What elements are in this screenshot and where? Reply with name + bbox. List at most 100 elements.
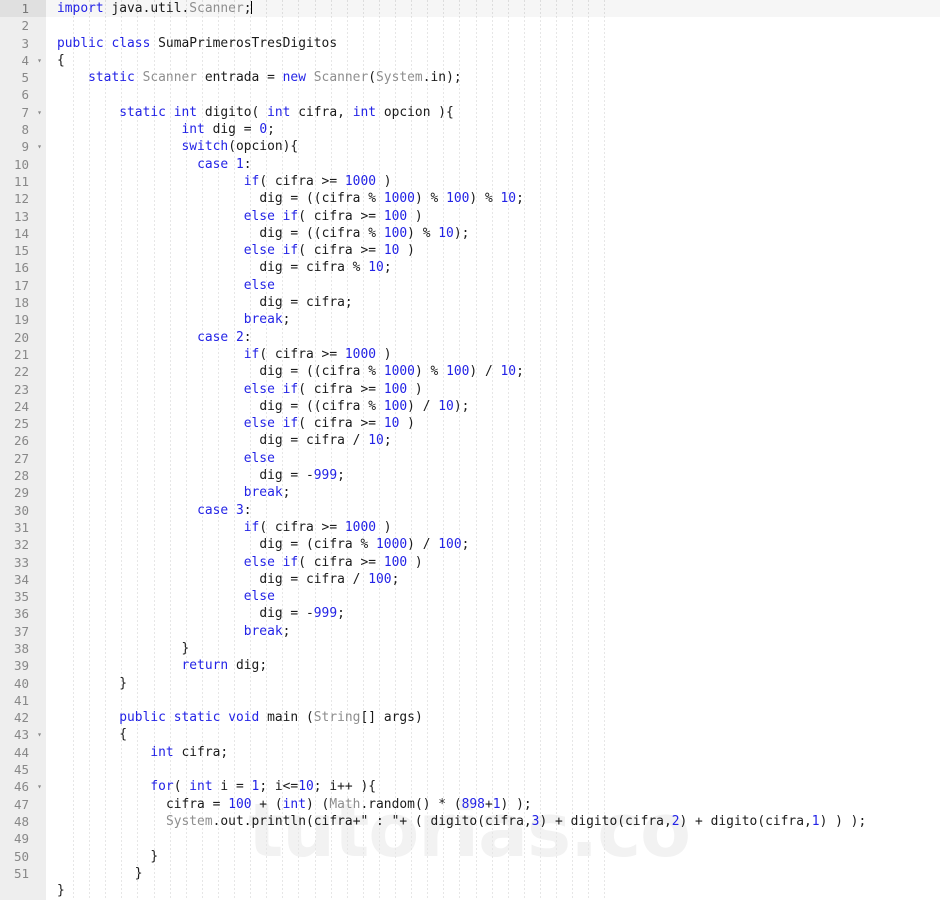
code-line[interactable]: dig = ((cifra % 100) / 10); — [57, 398, 940, 415]
line-number[interactable]: 51 — [0, 865, 46, 882]
fold-toggle-icon[interactable]: ▾ — [37, 138, 42, 155]
line-number[interactable]: 3 — [0, 35, 46, 52]
line-number[interactable]: 28 — [0, 467, 46, 484]
line-number[interactable]: 21 — [0, 346, 46, 363]
code-line[interactable]: int dig = 0; — [57, 121, 940, 138]
code-line[interactable]: else — [57, 277, 940, 294]
line-number[interactable]: 19 — [0, 311, 46, 328]
line-number[interactable]: 39 — [0, 657, 46, 674]
line-number[interactable]: 18 — [0, 294, 46, 311]
code-line[interactable]: } — [57, 882, 940, 899]
code-line[interactable]: static int digito( int cifra, int opcion… — [57, 104, 940, 121]
code-line[interactable] — [57, 761, 940, 778]
line-number[interactable]: 30 — [0, 502, 46, 519]
line-number[interactable]: 8 — [0, 121, 46, 138]
line-number[interactable]: 22 — [0, 363, 46, 380]
code-line[interactable]: public static void main (String[] args) — [57, 709, 940, 726]
code-line[interactable]: int cifra; — [57, 744, 940, 761]
code-line[interactable]: case 3: — [57, 502, 940, 519]
line-number[interactable]: 34 — [0, 571, 46, 588]
line-number[interactable]: 49 — [0, 830, 46, 847]
line-number[interactable]: 50 — [0, 848, 46, 865]
fold-toggle-icon[interactable]: ▾ — [37, 104, 42, 121]
code-line[interactable]: return dig; — [57, 657, 940, 674]
fold-toggle-icon[interactable]: ▾ — [37, 726, 42, 743]
code-line[interactable]: switch(opcion){ — [57, 138, 940, 155]
line-number[interactable]: 11 — [0, 173, 46, 190]
code-line[interactable]: case 2: — [57, 329, 940, 346]
code-line[interactable]: } — [57, 640, 940, 657]
code-line[interactable]: dig = -999; — [57, 605, 940, 622]
code-line[interactable]: dig = ((cifra % 1000) % 100) % 10; — [57, 190, 940, 207]
code-line[interactable]: dig = cifra % 10; — [57, 259, 940, 276]
line-number[interactable]: 45 — [0, 761, 46, 778]
line-number[interactable]: 42 — [0, 709, 46, 726]
code-line[interactable]: break; — [57, 311, 940, 328]
line-number[interactable]: 5 — [0, 69, 46, 86]
code-line[interactable]: case 1: — [57, 156, 940, 173]
code-line[interactable]: } — [57, 675, 940, 692]
code-line[interactable]: } — [57, 865, 940, 882]
line-number[interactable]: 33 — [0, 554, 46, 571]
line-number-gutter[interactable]: 1 2 3 4 ▾ 5 6 7 ▾ 8 9 ▾ 10 11 12 13 14 15 16 17 18 19 20 21 22 23… — [0, 0, 46, 900]
line-number[interactable]: 26 — [0, 432, 46, 449]
code-content[interactable]: import java.util.Scanner; public class S… — [46, 0, 940, 900]
code-line[interactable] — [57, 17, 940, 34]
line-number[interactable]: 27 — [0, 450, 46, 467]
code-line[interactable]: dig = ((cifra % 1000) % 100) / 10; — [57, 363, 940, 380]
code-line[interactable]: static Scanner entrada = new Scanner(Sys… — [57, 69, 940, 86]
line-number[interactable]: 24 — [0, 398, 46, 415]
fold-toggle-icon[interactable]: ▾ — [37, 778, 42, 795]
code-line[interactable]: System.out.println(cifra+" : "+ ( digito… — [57, 813, 940, 830]
code-line[interactable] — [57, 692, 940, 709]
line-number[interactable]: 29 — [0, 484, 46, 501]
code-line[interactable]: public class SumaPrimerosTresDigitos — [57, 35, 940, 52]
line-number[interactable]: 4 ▾ — [0, 52, 46, 69]
line-number[interactable]: 10 — [0, 156, 46, 173]
line-number[interactable]: 46 ▾ — [0, 778, 46, 795]
line-number[interactable]: 20 — [0, 329, 46, 346]
line-number[interactable]: 15 — [0, 242, 46, 259]
line-number[interactable]: 37 — [0, 623, 46, 640]
code-line[interactable] — [57, 830, 940, 847]
code-line[interactable]: else if( cifra >= 100 ) — [57, 554, 940, 571]
code-line[interactable]: else if( cifra >= 100 ) — [57, 381, 940, 398]
line-number[interactable]: 36 — [0, 605, 46, 622]
code-line[interactable]: dig = cifra / 10; — [57, 432, 940, 449]
code-line[interactable]: else if( cifra >= 10 ) — [57, 415, 940, 432]
line-number[interactable]: 12 — [0, 190, 46, 207]
code-line[interactable]: for( int i = 1; i<=10; i++ ){ — [57, 778, 940, 795]
line-number[interactable]: 7 ▾ — [0, 104, 46, 121]
code-line[interactable]: else if( cifra >= 10 ) — [57, 242, 940, 259]
code-line[interactable] — [57, 86, 940, 103]
code-line[interactable]: } — [57, 848, 940, 865]
line-number[interactable]: 1 — [0, 0, 46, 18]
line-number[interactable]: 6 — [0, 86, 46, 103]
line-number[interactable]: 47 — [0, 796, 46, 813]
code-line[interactable]: { — [57, 726, 940, 743]
code-line[interactable]: else — [57, 588, 940, 605]
code-line[interactable]: if( cifra >= 1000 ) — [57, 519, 940, 536]
line-number[interactable]: 43 ▾ — [0, 726, 46, 743]
code-line[interactable]: dig = (cifra % 1000) / 100; — [57, 536, 940, 553]
fold-toggle-icon[interactable]: ▾ — [37, 52, 42, 69]
line-number[interactable]: 23 — [0, 381, 46, 398]
line-number[interactable]: 17 — [0, 277, 46, 294]
line-number[interactable]: 41 — [0, 692, 46, 709]
code-line[interactable]: break; — [57, 484, 940, 501]
line-number[interactable]: 16 — [0, 259, 46, 276]
line-number[interactable]: 40 — [0, 675, 46, 692]
line-number[interactable]: 2 — [0, 17, 46, 34]
line-number[interactable]: 32 — [0, 536, 46, 553]
code-line[interactable]: else — [57, 450, 940, 467]
line-number[interactable]: 9 ▾ — [0, 138, 46, 155]
line-number[interactable]: 25 — [0, 415, 46, 432]
code-line[interactable]: dig = cifra; — [57, 294, 940, 311]
code-line[interactable]: if( cifra >= 1000 ) — [57, 346, 940, 363]
line-number[interactable]: 31 — [0, 519, 46, 536]
line-number[interactable]: 35 — [0, 588, 46, 605]
line-number[interactable]: 13 — [0, 208, 46, 225]
code-line[interactable]: import java.util.Scanner; — [46, 0, 940, 17]
code-line[interactable]: break; — [57, 623, 940, 640]
line-number[interactable]: 48 — [0, 813, 46, 830]
